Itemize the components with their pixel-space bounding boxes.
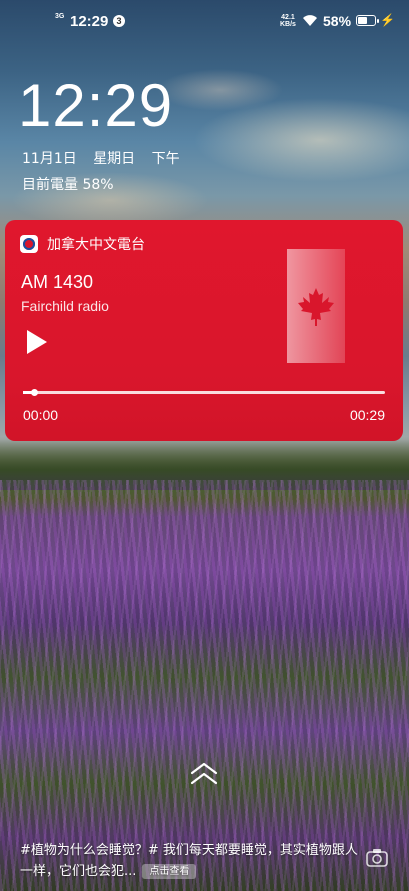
network-type: 3G xyxy=(55,13,65,20)
battery-fill xyxy=(358,17,367,24)
play-icon[interactable] xyxy=(23,328,51,356)
media-player-card[interactable]: 加拿大中文電台 AM 1430 Fairchild radio 00:00 00… xyxy=(5,220,403,441)
swipe-up-chevron-icon[interactable] xyxy=(188,760,220,788)
elapsed-time: 00:00 xyxy=(23,407,59,423)
charging-bolt-icon: ⚡ xyxy=(380,13,395,27)
album-art xyxy=(287,249,345,363)
network-speed-unit: KB/s xyxy=(280,21,296,28)
notification-count-badge: 3 xyxy=(113,15,125,27)
track-title: AM 1430 xyxy=(21,272,94,292)
total-duration: 00:29 xyxy=(349,407,385,423)
am-pm: 下午 xyxy=(151,151,180,167)
camera-icon[interactable] xyxy=(366,848,388,868)
date-line: 11月1日 星期日 下午 xyxy=(22,148,192,168)
view-news-button[interactable]: 点击查看 xyxy=(142,864,197,879)
network-speed-value: 42.1 xyxy=(281,14,295,21)
status-time: 12:29 xyxy=(70,13,109,30)
maple-leaf-icon xyxy=(298,288,334,326)
progress-thumb[interactable] xyxy=(30,389,38,396)
news-snippet[interactable]: #植物为什么会睡觉？# 我们每天都要睡觉，其实植物跟人一样，它们也会犯... 点击… xyxy=(20,840,360,882)
battery-icon xyxy=(356,15,379,26)
wifi-icon xyxy=(303,15,317,26)
battery-percentage: 58% xyxy=(323,13,352,29)
weekday: 星期日 xyxy=(93,151,136,167)
radio-app-icon xyxy=(20,235,38,253)
media-app-name: 加拿大中文電台 xyxy=(47,237,145,253)
date: 11月1日 xyxy=(22,151,77,167)
playback-progress-bar[interactable] xyxy=(23,389,385,396)
lockscreen-clock: 12:29 xyxy=(18,72,174,139)
status-bar: 3G 12:29 3 42.1 KB/s 58% ⚡ xyxy=(0,0,409,44)
media-app-header: 加拿大中文電台 xyxy=(20,234,145,254)
network-speed: 42.1 KB/s xyxy=(280,14,296,28)
wallpaper-lavender-field xyxy=(0,480,409,891)
track-subtitle: Fairchild radio xyxy=(21,298,109,314)
battery-status-text: 目前電量 58% xyxy=(22,177,114,193)
